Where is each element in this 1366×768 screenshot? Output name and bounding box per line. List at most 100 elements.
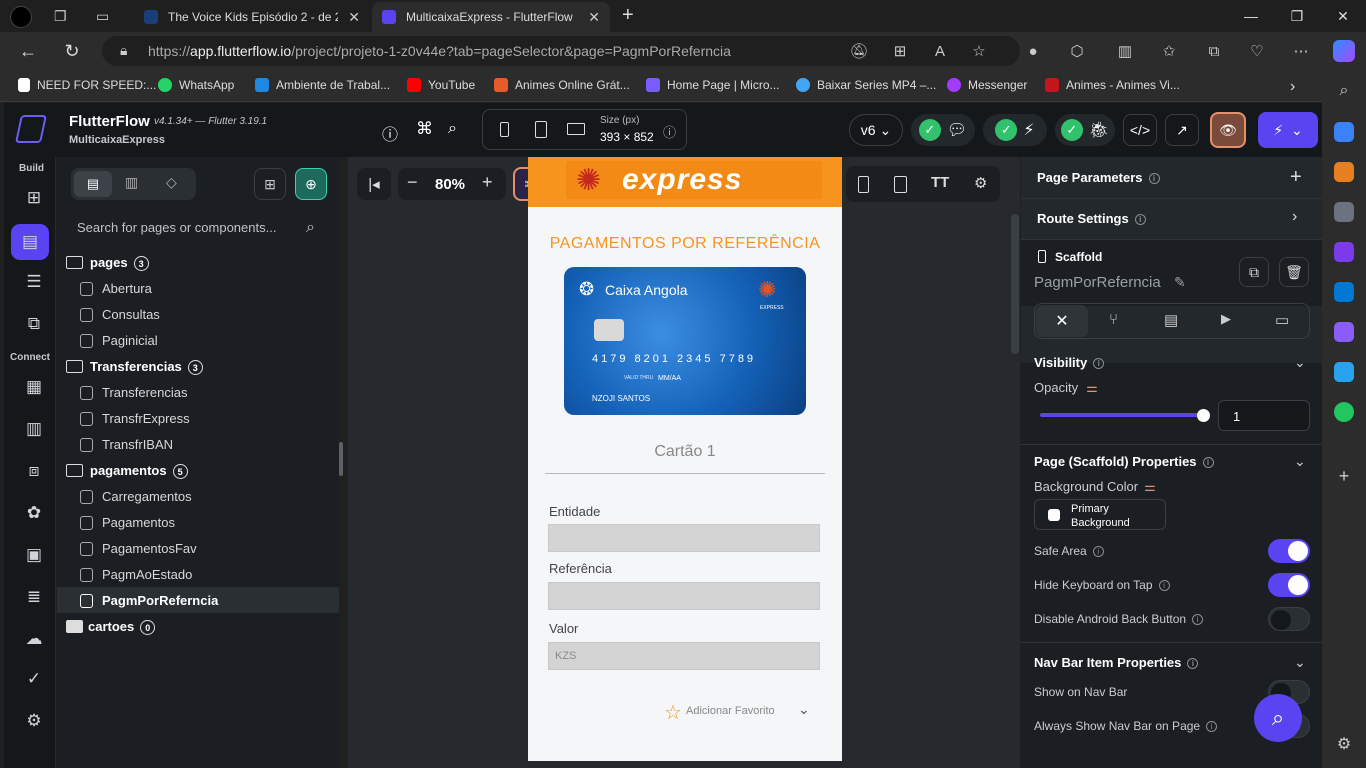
add-icon[interactable]: + <box>1334 466 1354 486</box>
custom-code-icon[interactable]: ✿ <box>22 501 46 525</box>
desktop-icon[interactable] <box>567 123 585 135</box>
tablet-icon[interactable] <box>535 121 547 138</box>
safe-area-toggle[interactable] <box>1268 539 1310 563</box>
tools-icon[interactable] <box>1334 162 1354 182</box>
close-tab-icon[interactable]: ✕ <box>348 9 360 26</box>
documentation-tab-icon[interactable]: ▭ <box>1275 311 1289 329</box>
refresh-icon[interactable]: ↻ <box>59 38 85 64</box>
opacity-slider[interactable] <box>1040 413 1205 417</box>
app-available-icon[interactable]: ⊞ <box>889 40 911 62</box>
more-bookmarks-icon[interactable]: › <box>1290 78 1295 96</box>
extension-icon[interactable]: ● <box>1022 40 1044 62</box>
page-item[interactable]: PagmAoEstado <box>102 567 192 582</box>
bookmark-item[interactable]: YouTube <box>407 78 475 92</box>
search-input[interactable]: Search for pages or components... <box>77 220 276 235</box>
hide-keyboard-toggle[interactable] <box>1268 573 1310 597</box>
collapse-panel-icon[interactable]: |◂ <box>357 168 391 200</box>
disable-back-toggle[interactable] <box>1268 607 1310 631</box>
zoom-in-icon[interactable]: + <box>482 172 493 193</box>
open-external-icon[interactable]: ↗ <box>1165 114 1199 146</box>
cloud-functions-icon[interactable]: ☁ <box>22 627 46 651</box>
device-rotate-icon[interactable] <box>894 176 907 193</box>
more-menu-icon[interactable]: ⋯ <box>1290 40 1312 62</box>
back-icon[interactable]: ← <box>15 38 41 64</box>
tab-actions-icon[interactable]: ▭ <box>96 8 109 25</box>
page-item-selected[interactable]: PagmPorReferncia <box>102 593 218 608</box>
agents-icon[interactable]: ✓ <box>22 667 46 691</box>
page-parameters-title[interactable]: Page Parameters i <box>1037 170 1160 185</box>
bookmark-item[interactable]: Ambiente de Trabal... <box>255 78 390 92</box>
url-bar[interactable]: 🔒︎ https://app.flutterflow.io/project/pr… <box>102 36 1020 66</box>
route-settings-title[interactable]: Route Settings i <box>1037 211 1146 226</box>
tab-voice-kids[interactable]: The Voice Kids Episódio 2 - de 21 ✕ <box>134 2 370 32</box>
code-view-icon[interactable]: </> <box>1123 114 1157 146</box>
bookmark-item[interactable]: Animes - Animes Vi... <box>1045 78 1180 92</box>
pages-tab-icon[interactable]: ▤ <box>74 171 112 197</box>
bookmark-item[interactable]: Baixar Series MP4 –... <box>796 78 936 92</box>
extensions-icon[interactable]: ⬡ <box>1066 40 1088 62</box>
entidade-field[interactable] <box>548 524 820 552</box>
edit-icon[interactable]: ✎ <box>1174 274 1186 291</box>
referencia-field[interactable] <box>548 582 820 610</box>
run-dropdown-button[interactable]: ⚡︎ ⌄ <box>1258 112 1318 148</box>
widget-tree-icon[interactable]: ☰ <box>22 270 46 294</box>
favorite-star-icon[interactable]: ☆ <box>968 40 990 62</box>
database-icon[interactable]: ▦ <box>22 375 46 399</box>
device-phone-icon[interactable] <box>858 176 869 193</box>
page-item[interactable]: Pagamentos <box>102 515 175 530</box>
delete-icon[interactable]: 🗑︎ <box>1279 257 1309 287</box>
device-size-selector[interactable]: Size (px) 393 × 852 ⓘ <box>482 109 687 150</box>
preview-eye-icon[interactable]: 👁︎ <box>1210 112 1246 148</box>
analyze-check-pill[interactable]: ✓ ⚡︎ <box>983 114 1047 146</box>
chevron-down-icon[interactable]: ⌄ <box>798 701 810 718</box>
bookmark-item[interactable]: Messenger <box>947 78 1027 92</box>
components-tab-icon[interactable]: ▥ <box>125 174 138 191</box>
add-folder-icon[interactable]: ⊞ <box>254 168 286 200</box>
chevron-down-icon[interactable]: ⌄ <box>1294 654 1306 671</box>
state-tab-icon[interactable]: ▤ <box>1164 311 1178 329</box>
close-window-icon[interactable]: ✕ <box>1320 0 1366 32</box>
bank-card[interactable]: ❂ Caixa Angola ✺ EXPRESS 4179 8201 2345 … <box>564 267 806 415</box>
collections-icon[interactable]: ⧉ <box>1203 40 1225 62</box>
new-tab-button[interactable]: + <box>622 4 634 27</box>
zoom-out-icon[interactable]: − <box>407 172 418 193</box>
page-item[interactable]: Abertura <box>102 281 152 296</box>
split-screen-icon[interactable]: ▥ <box>1114 40 1136 62</box>
favorites-icon[interactable]: ✩ <box>1158 40 1180 62</box>
chevron-right-icon[interactable]: › <box>1292 208 1297 226</box>
canvas-scrollbar[interactable] <box>1011 214 1019 354</box>
canvas-settings-icon[interactable]: ⚙ <box>974 174 987 192</box>
read-aloud-icon[interactable]: A <box>929 40 951 62</box>
page-item[interactable]: Paginicial <box>102 333 158 348</box>
add-page-icon[interactable]: ⊕ <box>295 168 327 200</box>
debug-check-pill[interactable]: ✓ 🐞︎ <box>1055 114 1115 146</box>
folder-pages[interactable]: pages 3 <box>90 255 149 272</box>
add-widget-icon[interactable]: ⊞ <box>22 186 46 210</box>
tab-flutterflow[interactable]: MulticaixaExpress - FlutterFlow ✕ <box>372 2 610 32</box>
text-scale-icon[interactable]: TT <box>931 174 949 191</box>
duplicate-icon[interactable]: ⧉ <box>1239 257 1269 287</box>
opacity-input[interactable]: 1 <box>1218 400 1310 431</box>
page-selector-icon[interactable]: ▤ <box>11 224 49 260</box>
folder-cartoes[interactable]: cartoes 0 <box>88 619 156 636</box>
media-assets-icon[interactable]: ▣ <box>22 543 46 567</box>
page-item[interactable]: Consultas <box>102 307 160 322</box>
templates-tab-icon[interactable]: ◇ <box>166 174 177 191</box>
variable-icon[interactable]: ⚌ <box>1086 380 1098 395</box>
copilot-sidebar-icon[interactable] <box>1334 242 1354 262</box>
notifications-blocked-icon[interactable]: 🔕︎ <box>848 40 870 62</box>
backend-query-tab-icon[interactable]: ⑂ <box>1109 311 1118 328</box>
navbar-properties-title[interactable]: Nav Bar Item Properties i <box>1034 655 1199 670</box>
bookmark-item[interactable]: Animes Online Grát... <box>494 78 630 92</box>
page-item[interactable]: TransfrExpress <box>102 411 190 426</box>
tree-icon[interactable] <box>1334 402 1354 422</box>
variable-icon[interactable]: ⚌ <box>1144 479 1156 494</box>
folder-pagamentos[interactable]: pagamentos 5 <box>90 463 188 480</box>
chevron-down-icon[interactable]: ⌄ <box>1294 354 1306 371</box>
profile-avatar[interactable] <box>10 6 32 28</box>
scrollbar[interactable] <box>339 442 343 476</box>
chevron-down-icon[interactable]: ⌄ <box>1294 453 1306 470</box>
search-icon[interactable]: ⌕ <box>448 120 457 138</box>
phone-icon[interactable] <box>500 122 509 137</box>
add-parameter-icon[interactable]: + <box>1290 166 1302 189</box>
